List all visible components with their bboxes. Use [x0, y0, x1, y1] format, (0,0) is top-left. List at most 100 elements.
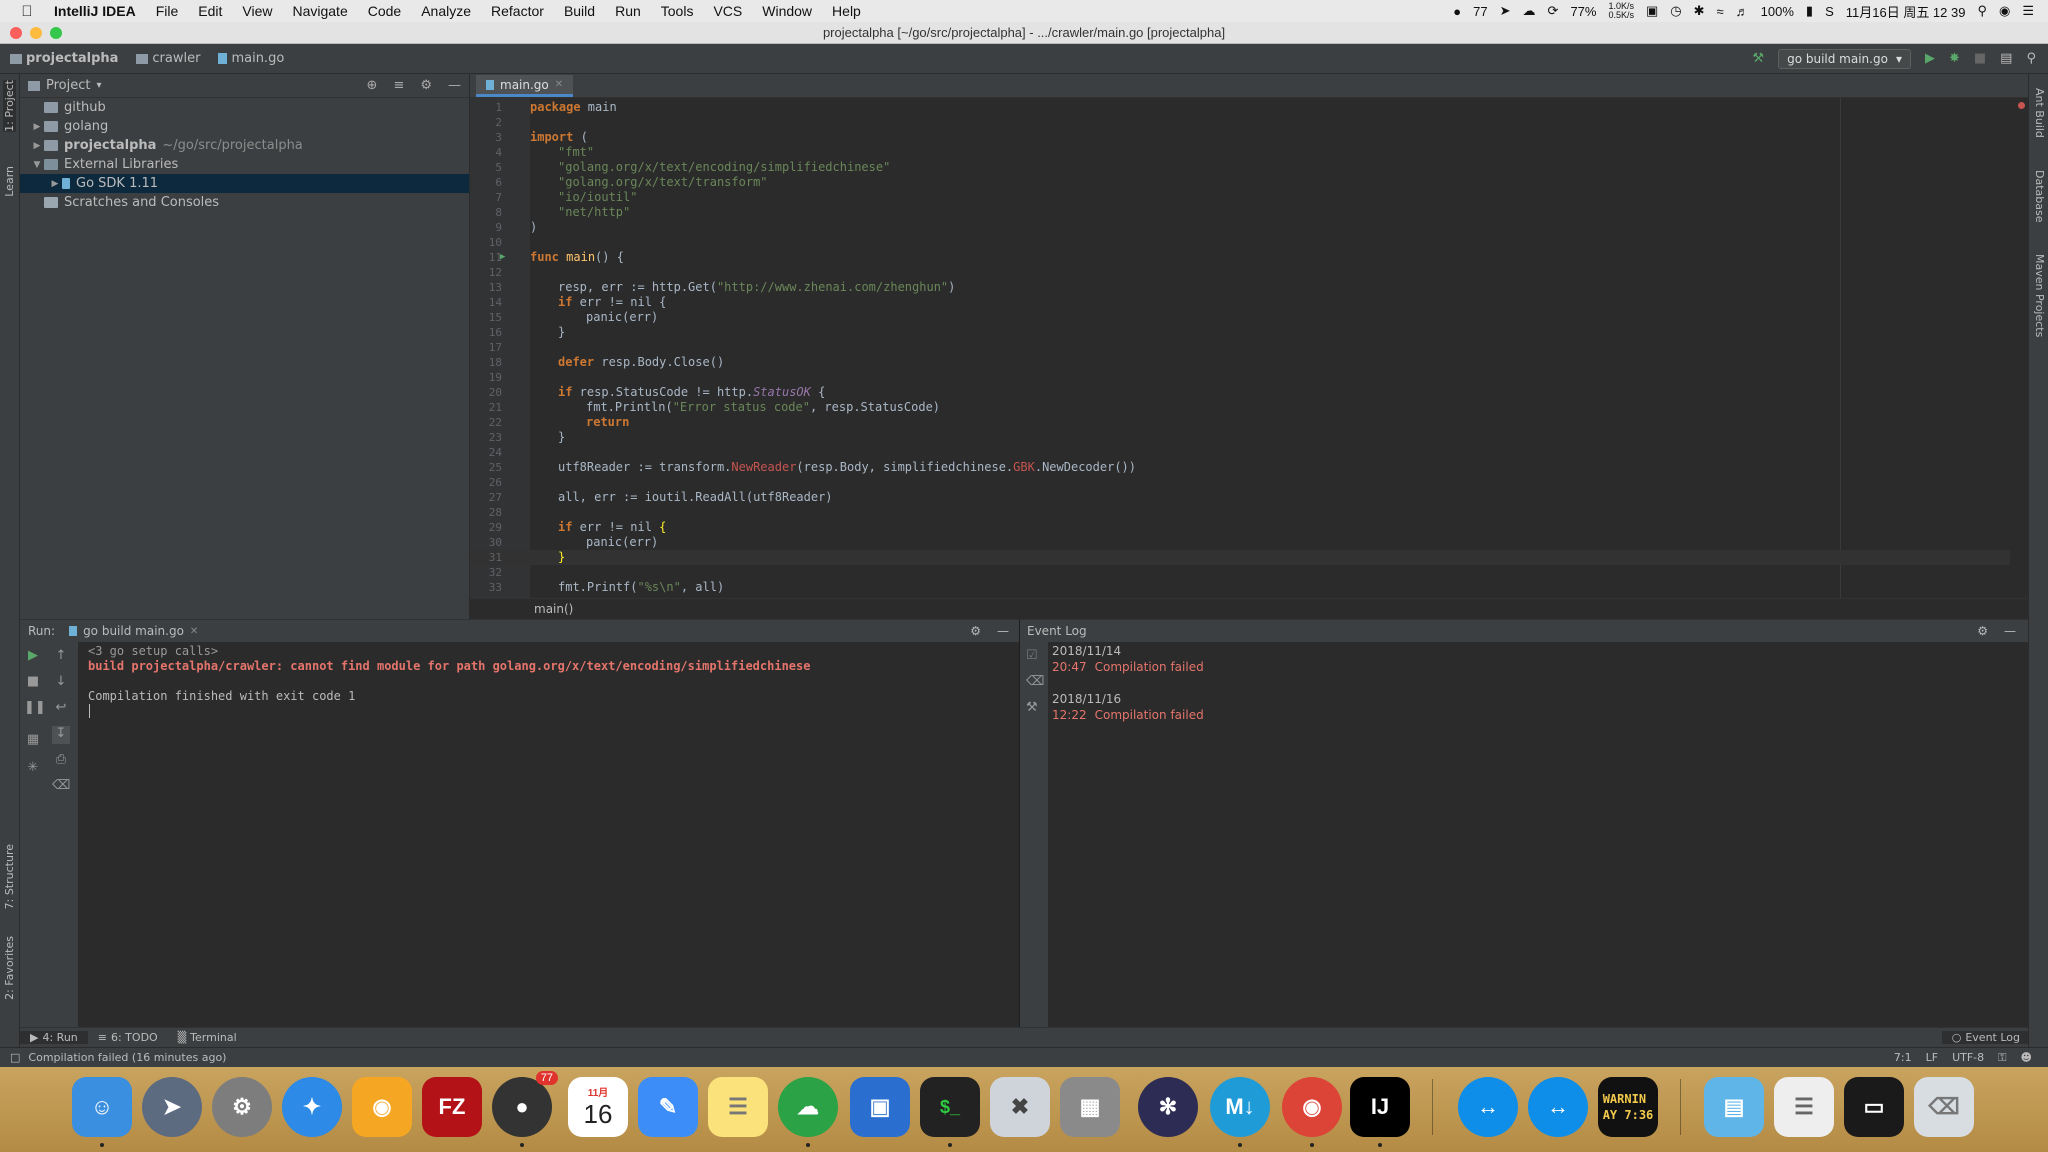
code-line[interactable]: 28	[470, 505, 2010, 520]
chevron-down-icon[interactable]: ▼	[30, 160, 44, 170]
wechat-icon[interactable]: ☁	[778, 1077, 838, 1137]
code-line[interactable]: 11 ▶ func main() {	[470, 250, 2010, 265]
tree-item-golang[interactable]: ▶ golang	[20, 117, 469, 136]
code-line[interactable]: 29 if err != nil {	[470, 520, 2010, 535]
file-encoding[interactable]: UTF-8	[1952, 1051, 1984, 1065]
sync-icon[interactable]: ⟳	[1548, 3, 1559, 19]
breadcrumb-file[interactable]: main.go	[208, 51, 292, 66]
gear-icon[interactable]: ⚙	[420, 78, 432, 93]
status-layout-icon[interactable]: □	[10, 1051, 20, 1064]
menu-help[interactable]: Help	[822, 3, 871, 19]
chrome-icon[interactable]: ◉	[1282, 1077, 1342, 1137]
code-line[interactable]: 7 "io/ioutil"	[470, 190, 2010, 205]
menu-build[interactable]: Build	[554, 3, 605, 19]
menu-file[interactable]: File	[146, 3, 189, 19]
menu-app-name[interactable]: IntelliJ IDEA	[44, 3, 146, 19]
pencil-app-icon[interactable]: ✎	[638, 1077, 698, 1137]
teamviewer-icon[interactable]: ↔	[1458, 1077, 1518, 1137]
code-line[interactable]: 1 package main	[470, 100, 2010, 115]
tree-item-scratches[interactable]: Scratches and Consoles	[20, 193, 469, 212]
mark-read-icon[interactable]: ☑	[1026, 648, 1038, 663]
trash-icon[interactable]: ⌫	[1914, 1077, 1974, 1137]
tree-item-github[interactable]: github	[20, 98, 469, 117]
close-icon[interactable]: ✕	[190, 626, 198, 637]
code-line[interactable]: 5 "golang.org/x/text/encoding/simplifiedc…	[470, 160, 2010, 175]
system-preferences-icon[interactable]: ⚙	[212, 1077, 272, 1137]
siri-icon[interactable]: ◉	[1999, 3, 2010, 19]
filezilla-icon[interactable]: FZ	[422, 1077, 482, 1137]
tiger-app-icon[interactable]: ◉	[352, 1077, 412, 1137]
tool-tab-database[interactable]: Database	[2033, 170, 2046, 223]
terminal-icon[interactable]: $_	[920, 1077, 980, 1137]
project-view-selector[interactable]: Project	[46, 78, 90, 93]
stop-icon[interactable]: ■	[24, 674, 42, 692]
code-line[interactable]: 2	[470, 115, 2010, 130]
code-line[interactable]: 30 panic(err)	[470, 535, 2010, 550]
tool-tab-project[interactable]: 1: Project	[3, 80, 16, 132]
stop-icon[interactable]: ■	[1974, 51, 1986, 66]
pause-icon[interactable]: ❚❚	[24, 700, 46, 718]
safari-icon[interactable]: ✦	[282, 1077, 342, 1137]
code-line[interactable]: 13 resp, err := http.Get("http://www.zhen…	[470, 280, 2010, 295]
inspector-icon[interactable]: ☻	[2021, 1051, 2032, 1065]
code-line[interactable]: 22 return	[470, 415, 2010, 430]
code-line[interactable]: 17	[470, 340, 2010, 355]
input-source-icon[interactable]: S	[1825, 4, 1834, 19]
chevron-right-icon[interactable]: ▶	[30, 141, 44, 151]
volume-icon[interactable]: ♬	[1736, 4, 1749, 19]
code-line[interactable]: 8 "net/http"	[470, 205, 2010, 220]
downloads-folder-icon[interactable]: ▤	[1704, 1077, 1764, 1137]
code-line[interactable]: 10	[470, 235, 2010, 250]
tree-item-projectalpha[interactable]: ▶ projectalpha ~/go/src/projectalpha	[20, 136, 469, 155]
hide-icon[interactable]: —	[448, 78, 461, 93]
menu-refactor[interactable]: Refactor	[481, 3, 554, 19]
run-configuration-select[interactable]: go build main.go ▾	[1778, 48, 1911, 69]
datetime[interactable]: 11月16日 周五 12 39	[1846, 2, 1966, 21]
scroll-down-icon[interactable]: ↓	[52, 674, 70, 692]
chevron-right-icon[interactable]: ▶	[48, 179, 62, 189]
code-line[interactable]: 12	[470, 265, 2010, 280]
run-tab-go-build[interactable]: go build main.go ✕	[69, 624, 198, 638]
hide-icon[interactable]: —	[997, 624, 1009, 638]
code-line[interactable]: 33 fmt.Printf("%s\n", all)	[470, 580, 2010, 595]
finder-icon[interactable]: ☺	[72, 1077, 132, 1137]
menu-run[interactable]: Run	[605, 3, 651, 19]
rerun-icon[interactable]: ▶	[24, 648, 42, 666]
navicat-icon[interactable]: ▣	[850, 1077, 910, 1137]
gear-icon[interactable]: ⚙	[970, 624, 981, 638]
menu-analyze[interactable]: Analyze	[411, 3, 481, 19]
menu-view[interactable]: View	[232, 3, 282, 19]
menu-vcs[interactable]: VCS	[703, 3, 752, 19]
status-message[interactable]: Compilation failed (16 minutes ago)	[28, 1051, 226, 1064]
qq-status-icon[interactable]: ●	[1453, 4, 1461, 19]
wifi-icon[interactable]: ≈	[1717, 4, 1724, 19]
run-icon[interactable]: ▶	[1925, 51, 1935, 66]
tool-tab-ant-build[interactable]: Ant Build	[2033, 88, 2046, 138]
close-icon[interactable]: ✕	[555, 79, 563, 90]
teamviewer-qs-icon[interactable]: ↔	[1528, 1077, 1588, 1137]
menu-window[interactable]: Window	[752, 3, 822, 19]
code-line[interactable]: 15 panic(err)	[470, 310, 2010, 325]
locate-icon[interactable]: ⊕	[367, 78, 378, 93]
notes-icon[interactable]: ☰	[708, 1077, 768, 1137]
code-line[interactable]: 27 all, err := ioutil.ReadAll(utf8Reader)	[470, 490, 2010, 505]
error-indicator-icon[interactable]	[2018, 102, 2025, 109]
documents-stack-icon[interactable]: ☰	[1774, 1077, 1834, 1137]
code-line[interactable]: 20 if resp.StatusCode != http.StatusOK {	[470, 385, 2010, 400]
calculator-icon[interactable]: ▦	[1060, 1077, 1120, 1137]
apple-icon[interactable]: 	[10, 3, 44, 20]
gear-icon[interactable]: ⚙	[1977, 624, 1988, 638]
scroll-to-end-icon[interactable]: ↧	[52, 726, 70, 744]
menu-code[interactable]: Code	[358, 3, 411, 19]
tool-tab-favorites[interactable]: 2: Favorites	[3, 936, 16, 1000]
code-line[interactable]: 26	[470, 475, 2010, 490]
intellij-idea-icon[interactable]: IJ	[1350, 1077, 1410, 1137]
tool-tab-structure[interactable]: 7: Structure	[3, 844, 16, 909]
code-line[interactable]: 23}	[470, 430, 2010, 445]
wechat-status-icon[interactable]: ☁	[1523, 3, 1536, 19]
time-machine-icon[interactable]: ◷	[1670, 3, 1681, 19]
calendar-icon[interactable]: 11月 16	[568, 1077, 628, 1137]
menu-tools[interactable]: Tools	[651, 3, 704, 19]
editor-tab-main-go[interactable]: main.go ✕	[476, 75, 574, 97]
print-icon[interactable]: ⎙	[52, 752, 70, 770]
